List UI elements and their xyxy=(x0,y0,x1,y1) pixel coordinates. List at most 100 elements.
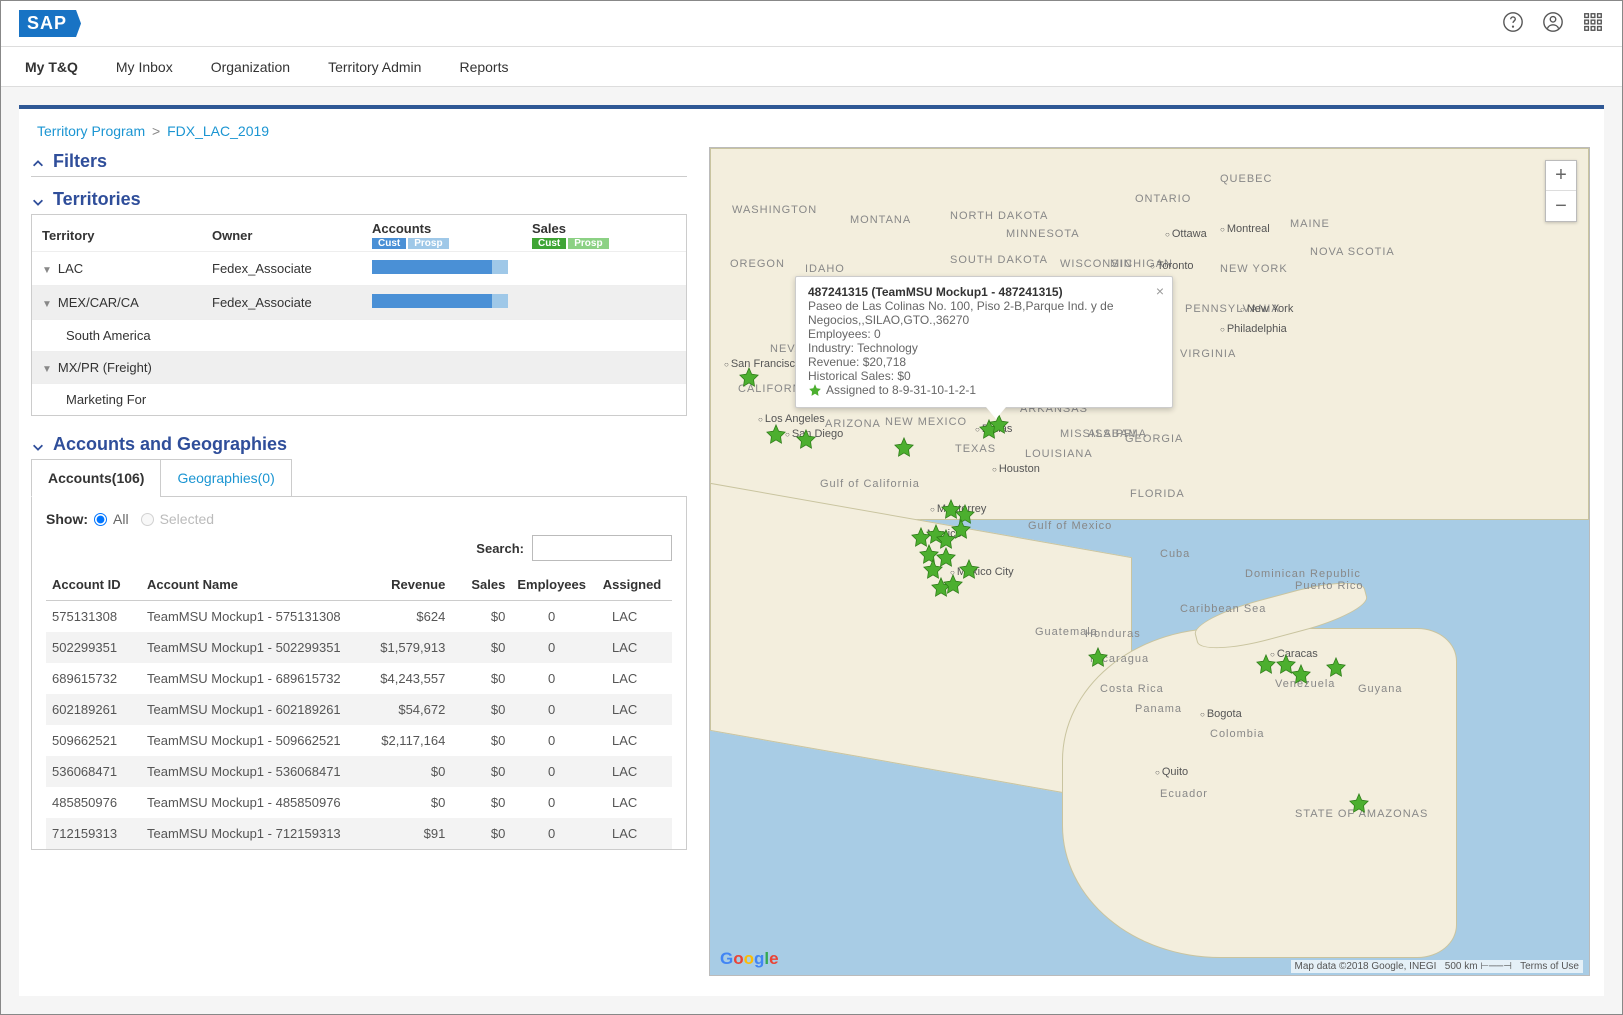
table-row[interactable]: 712159313TeamMSU Mockup1 - 712159313$91$… xyxy=(46,818,672,849)
map-scale: 500 km xyxy=(1445,961,1478,972)
global-header: SAP xyxy=(1,1,1622,47)
territory-row[interactable]: ▼MEX/CAR/CA Fedex_Associate xyxy=(32,285,686,319)
info-hist-sales: Historical Sales: $0 xyxy=(808,369,1160,383)
sales-legend: CustProsp xyxy=(532,238,672,249)
table-row[interactable]: 485850976TeamMSU Mockup1 - 485850976$0$0… xyxy=(46,787,672,818)
breadcrumb: Territory Program > FDX_LAC_2019 xyxy=(19,123,1604,147)
close-icon[interactable]: × xyxy=(1156,283,1164,299)
show-label: Show: xyxy=(46,511,88,527)
map-region-label: SOUTH DAKOTA xyxy=(950,254,1048,266)
star-icon xyxy=(808,383,822,397)
tab-my-tq[interactable]: My T&Q xyxy=(23,49,80,85)
map-region-label: Costa Rica xyxy=(1100,683,1164,695)
map-star-marker[interactable] xyxy=(1087,646,1109,668)
territories-header[interactable]: Territories xyxy=(31,185,687,214)
chevron-down-icon xyxy=(31,438,45,452)
col-account-id[interactable]: Account ID xyxy=(46,569,141,601)
map-star-marker[interactable] xyxy=(738,366,760,388)
user-icon[interactable] xyxy=(1542,11,1564,36)
col-assigned[interactable]: Assigned xyxy=(592,569,672,601)
tab-accounts[interactable]: Accounts(106) xyxy=(31,459,161,497)
main-nav: My T&Q My Inbox Organization Territory A… xyxy=(1,47,1622,87)
tab-territory-admin[interactable]: Territory Admin xyxy=(326,49,423,85)
table-row[interactable]: 536068471TeamMSU Mockup1 - 536068471$0$0… xyxy=(46,756,672,787)
map-region-label: ONTARIO xyxy=(1135,193,1191,205)
table-row[interactable]: 575131308TeamMSU Mockup1 - 575131308$624… xyxy=(46,601,672,633)
breadcrumb-root[interactable]: Territory Program xyxy=(37,123,145,139)
table-row[interactable]: 502299351TeamMSU Mockup1 - 502299351$1,5… xyxy=(46,632,672,663)
tab-my-inbox[interactable]: My Inbox xyxy=(114,49,175,85)
left-pane: Filters Territories Territory Owner Acco… xyxy=(19,147,701,990)
col-revenue[interactable]: Revenue xyxy=(371,569,451,601)
map-region-label: Puerto Rico xyxy=(1295,580,1363,592)
accounts-geo-label: Accounts and Geographies xyxy=(53,434,287,455)
map[interactable]: WASHINGTONMONTANANORTH DAKOTAOREGONIDAHO… xyxy=(709,147,1590,976)
zoom-out-button[interactable]: − xyxy=(1546,191,1576,221)
map-region-label: Dominican Republic xyxy=(1245,568,1361,580)
map-region-label: Colombia xyxy=(1210,728,1264,740)
territory-row[interactable]: South America xyxy=(32,319,686,351)
radio-selected-label[interactable]: Selected xyxy=(160,511,214,527)
zoom-in-button[interactable]: + xyxy=(1546,161,1576,191)
map-info-window: × 487241315 (TeamMSU Mockup1 - 487241315… xyxy=(795,276,1173,408)
map-region-label: MAINE xyxy=(1290,218,1330,230)
map-city-label: San Francisco xyxy=(724,358,801,370)
map-city-label: Philadelphia xyxy=(1220,323,1287,335)
search-input[interactable] xyxy=(532,535,672,561)
table-row[interactable]: 689615732TeamMSU Mockup1 - 689615732$4,2… xyxy=(46,663,672,694)
chevron-up-icon xyxy=(31,155,45,169)
map-star-marker[interactable] xyxy=(893,436,915,458)
map-region-label: Gulf of California xyxy=(820,478,920,490)
map-city-label: Houston xyxy=(992,463,1040,475)
territories-header-row: Territory Owner Accounts CustProsp Sales… xyxy=(32,215,686,251)
breadcrumb-sep: > xyxy=(152,123,164,139)
accounts-panel: Show: All Selected Search: xyxy=(31,496,687,850)
map-star-marker[interactable] xyxy=(942,573,964,595)
radio-all[interactable] xyxy=(94,513,107,526)
col-sales[interactable]: Sales xyxy=(451,569,511,601)
map-region-label: MONTANA xyxy=(850,214,911,226)
legend-prosp-g: Prosp xyxy=(568,238,608,249)
col-employees[interactable]: Employees xyxy=(511,569,592,601)
map-attribution: Map data ©2018 Google, INEGI 500 km ⊢──⊣… xyxy=(1291,960,1583,973)
map-region-label: QUEBEC xyxy=(1220,173,1272,185)
radio-selected[interactable] xyxy=(141,513,154,526)
map-terms-link[interactable]: Terms of Use xyxy=(1520,961,1579,972)
col-accounts-label: Accounts xyxy=(372,221,532,236)
map-data-label: Map data ©2018 Google, INEGI xyxy=(1295,961,1437,972)
map-star-marker[interactable] xyxy=(1290,663,1312,685)
info-industry: Industry: Technology xyxy=(808,341,1160,355)
map-region-label: Caribbean Sea xyxy=(1180,603,1266,615)
territory-row[interactable]: ▼LAC Fedex_Associate xyxy=(32,251,686,285)
radio-all-label[interactable]: All xyxy=(113,511,129,527)
territory-row[interactable]: Marketing For xyxy=(32,383,686,415)
help-icon[interactable] xyxy=(1502,11,1524,36)
map-star-marker[interactable] xyxy=(765,423,787,445)
tab-geographies[interactable]: Geographies(0) xyxy=(160,459,291,497)
content-wrap: Territory Program > FDX_LAC_2019 Filters… xyxy=(1,87,1622,1014)
table-row[interactable]: 602189261TeamMSU Mockup1 - 602189261$54,… xyxy=(46,694,672,725)
map-region-label: Cuba xyxy=(1160,548,1190,560)
accounts-geo-header[interactable]: Accounts and Geographies xyxy=(31,430,687,459)
apps-grid-icon[interactable] xyxy=(1582,11,1604,36)
header-actions xyxy=(1502,11,1604,36)
filters-header[interactable]: Filters xyxy=(31,147,687,177)
map-star-marker[interactable] xyxy=(795,428,817,450)
map-star-marker[interactable] xyxy=(950,518,972,540)
col-account-name[interactable]: Account Name xyxy=(141,569,371,601)
map-city-label: Toronto xyxy=(1150,260,1194,272)
territories-label: Territories xyxy=(53,189,141,210)
tab-organization[interactable]: Organization xyxy=(209,49,292,85)
map-region-label: NEW MEXICO xyxy=(885,416,967,428)
tab-reports[interactable]: Reports xyxy=(457,49,510,85)
legend-cust: Cust xyxy=(372,238,406,249)
legend-cust-g: Cust xyxy=(532,238,566,249)
breadcrumb-current[interactable]: FDX_LAC_2019 xyxy=(167,123,269,139)
map-star-marker[interactable] xyxy=(1255,653,1277,675)
table-row[interactable]: 509662521TeamMSU Mockup1 - 509662521$2,1… xyxy=(46,725,672,756)
map-region-label: WASHINGTON xyxy=(732,204,817,216)
map-star-marker[interactable] xyxy=(1348,792,1370,814)
col-accounts: Accounts CustProsp xyxy=(372,221,532,249)
map-star-marker[interactable] xyxy=(1325,656,1347,678)
territory-row[interactable]: ▼MX/PR (Freight) xyxy=(32,351,686,383)
